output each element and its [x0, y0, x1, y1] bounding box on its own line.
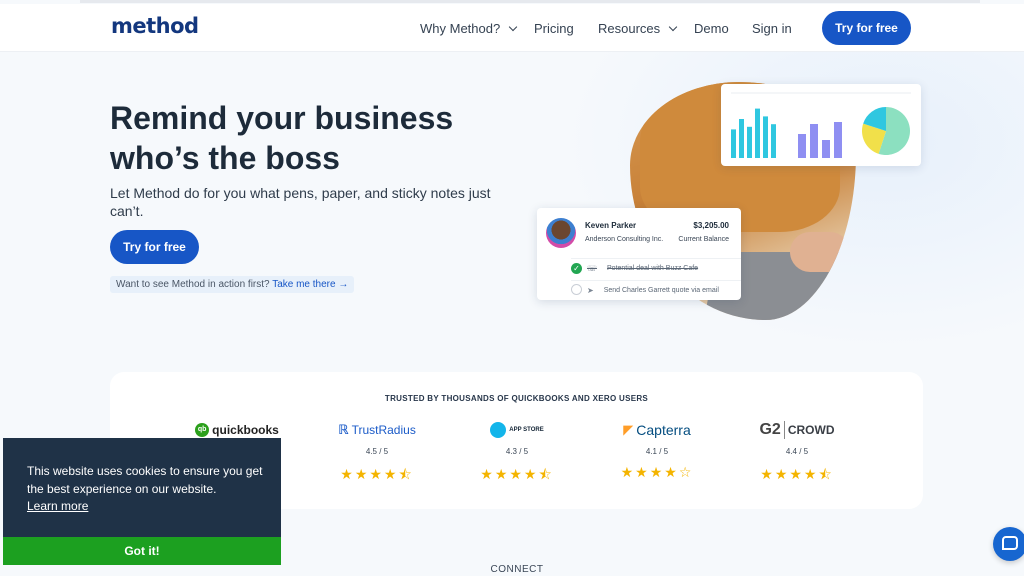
mini-bar [798, 134, 806, 158]
nav-resources[interactable]: Resources [598, 21, 678, 36]
nav-try-for-free-button[interactable]: Try for free [822, 11, 911, 45]
capterra-icon: ◤ [623, 422, 634, 437]
contact-card: Keven Parker Anderson Consulting Inc. $3… [537, 208, 741, 300]
contact-name: Keven Parker [585, 221, 637, 230]
hero-subtitle: Let Method do for you what pens, paper, … [110, 185, 491, 219]
phone-icon: ☏ [587, 264, 598, 273]
avatar [546, 218, 576, 248]
brand-quickbooks: qb quickbooks [182, 420, 292, 440]
task-item: ➤ Send Charles Garrett quote via email [571, 280, 741, 300]
task-label: Send Charles Garrett quote via email [603, 287, 719, 294]
trust-title: TRUSTED BY THOUSANDS OF QUICKBOOKS AND X… [384, 394, 649, 403]
chevron-down-icon [668, 22, 678, 32]
mini-charts [731, 92, 911, 158]
chat-launcher-button[interactable] [993, 527, 1024, 561]
browser-top-edge [80, 0, 980, 3]
half-star-icon: ⯪ [818, 466, 834, 482]
nav-why-method-label: Why Method? [420, 21, 501, 36]
cookie-banner: This website uses cookies to ensure you … [3, 438, 281, 565]
quickbooks-icon: qb [195, 423, 210, 437]
xero-icon [490, 422, 507, 438]
xero-app-store-logo: APP STORE [462, 420, 572, 440]
mini-bar [731, 129, 736, 158]
g2-crowd-logo: G2 CROWD [742, 420, 852, 440]
mini-bar [763, 116, 768, 158]
nav-why-method[interactable]: Why Method? [420, 21, 518, 36]
star-rating: ★★★★⯪ [480, 466, 554, 482]
brand-rating: 4.1 / 5 [645, 447, 669, 456]
hero-title: Remind your business who’s the boss [110, 100, 454, 176]
mini-bar [771, 124, 776, 158]
star-rating: ★★★★⯪ [340, 466, 414, 482]
star-rating: ★★★★☆ [620, 464, 694, 480]
nav-sign-in[interactable]: Sign in [752, 21, 792, 36]
mini-bar [755, 108, 760, 158]
hero-try-for-free-button[interactable]: Try for free [110, 230, 199, 264]
star-rating: ★★★★⯪ [760, 466, 834, 482]
task-item: ☏ Potential deal with Buzz Cafe [571, 258, 741, 278]
g2-crowd-name: CROWD [787, 423, 835, 437]
mini-bar [810, 124, 818, 158]
nav-demo-label: Demo [694, 21, 729, 36]
contact-company: Anderson Consulting Inc. [585, 236, 664, 243]
contact-balance: $3,205.00 [693, 221, 729, 230]
capterra-name: Capterra [636, 422, 691, 438]
trustradius-logo: ℝ TrustRadius [322, 420, 432, 440]
half-star-icon: ⯪ [538, 466, 554, 482]
half-star-icon: ⯪ [398, 466, 414, 482]
brand-rating: 4.5 / 5 [365, 447, 389, 456]
quickbooks-name: quickbooks [212, 423, 279, 437]
got-it-button[interactable]: Got it! [3, 537, 281, 565]
chevron-down-icon [508, 22, 518, 32]
xero-app-store-name: APP STORE [509, 427, 544, 433]
method-logo[interactable]: method [111, 14, 199, 38]
brand-rating: 4.4 / 5 [785, 447, 809, 456]
trustradius-name: TrustRadius [351, 423, 416, 437]
contact-balance-label: Current Balance [678, 236, 729, 243]
task-done-check-icon: ✓ [571, 263, 582, 274]
brand-xero-app-store: APP STORE 4.3 / 5 ★★★★⯪ [462, 420, 572, 488]
connect-heading: CONNECT [490, 564, 544, 575]
nav-resources-label: Resources [598, 21, 661, 36]
brand-trustradius: ℝ TrustRadius 4.5 / 5 ★★★★⯪ [322, 420, 432, 488]
task-label: Potential deal with Buzz Cafe [607, 265, 699, 272]
mini-bar [822, 140, 830, 158]
take-me-there-link[interactable]: Take me there → [272, 279, 348, 290]
quickbooks-logo: qb quickbooks [182, 420, 292, 440]
brand-capterra: ◤ Capterra 4.1 / 5 ★★★★☆ [602, 420, 712, 481]
demo-prompt-text: Want to see Method in action first? [116, 279, 270, 290]
nav-pricing[interactable]: Pricing [534, 21, 574, 36]
nav-sign-in-label: Sign in [752, 21, 792, 36]
mini-bar [747, 126, 752, 158]
nav-demo[interactable]: Demo [694, 21, 729, 36]
learn-more-link[interactable]: Learn more [27, 499, 88, 513]
brand-rating: 4.3 / 5 [505, 447, 529, 456]
chat-bubble-icon [1002, 536, 1018, 550]
task-open-circle-icon [571, 284, 582, 295]
brand-g2-crowd: G2 CROWD 4.4 / 5 ★★★★⯪ [742, 420, 852, 488]
mini-bar [739, 119, 744, 158]
cookie-text: This website uses cookies to ensure you … [27, 464, 263, 496]
send-icon: ➤ [587, 286, 594, 295]
top-nav: method Why Method? Pricing Resources Dem… [0, 4, 1024, 52]
hand [790, 232, 850, 272]
mini-bar [834, 122, 842, 158]
analytics-card [721, 84, 921, 166]
nav-pricing-label: Pricing [534, 21, 574, 36]
g2-icon: G2 [759, 421, 785, 439]
trustradius-icon: ℝ [338, 422, 349, 437]
capterra-logo: ◤ Capterra [602, 420, 712, 440]
demo-prompt: Want to see Method in action first? Take… [110, 276, 355, 293]
